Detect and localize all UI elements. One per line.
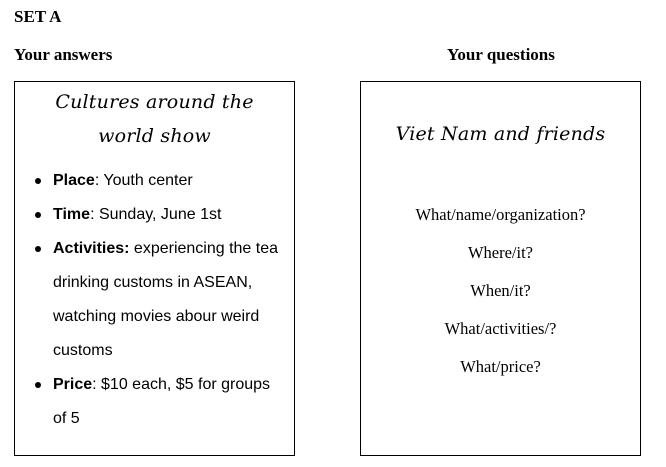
list-item-place: Place: Youth center <box>15 164 283 198</box>
questions-card: Viet Nam and friends What/name/organizat… <box>360 81 641 456</box>
questions-heading: Your questions <box>447 45 555 64</box>
question-item: What/activities/? <box>444 319 557 338</box>
item-text: experiencing the tea drinking customs in… <box>53 240 279 359</box>
item-key: Time <box>53 206 91 223</box>
list-item-price: Price: $10 each, $5 for groups of 5 <box>15 368 283 436</box>
bullet-icon <box>35 246 41 252</box>
set-title: SET A <box>14 7 62 26</box>
questions-card-title: Viet Nam and friends <box>395 123 606 145</box>
questions-list: What/name/organization? Where/it? When/i… <box>361 196 640 386</box>
item-text: : Sunday, June 1st <box>90 206 222 223</box>
question-item: Where/it? <box>467 243 534 262</box>
item-text: : Youth center <box>94 172 193 189</box>
question-item: What/name/organization? <box>415 205 586 224</box>
item-key: Place <box>53 172 95 189</box>
item-key: Activities: <box>53 240 130 257</box>
answers-title-line-1: Cultures around the <box>55 91 254 113</box>
bullet-icon <box>35 382 41 388</box>
item-key: Price <box>53 376 93 393</box>
bullet-icon <box>35 212 41 218</box>
list-item-time: Time: Sunday, June 1st <box>15 198 283 232</box>
list-item-activities: Activities: experiencing the tea drinkin… <box>15 232 283 368</box>
answers-card-title: Cultures around the world show <box>15 85 294 153</box>
answers-list: Place: Youth center Time: Sunday, June 1… <box>15 164 283 436</box>
bullet-icon <box>35 178 41 184</box>
answers-heading: Your answers <box>14 45 113 64</box>
question-item: What/price? <box>460 357 541 376</box>
answers-card: Cultures around the world show Place: Yo… <box>14 81 295 456</box>
answers-title-line-2: world show <box>98 125 211 147</box>
question-item: When/it? <box>470 281 531 300</box>
